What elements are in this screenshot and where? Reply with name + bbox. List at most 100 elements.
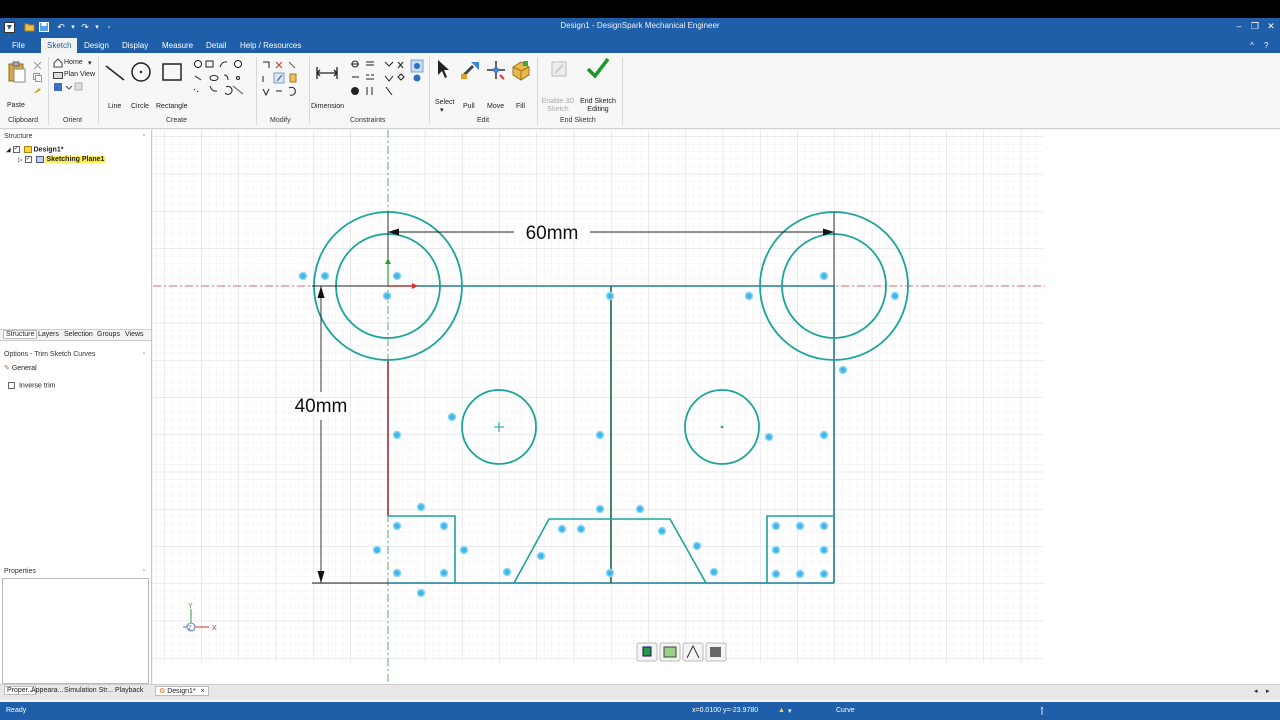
format-painter-icon[interactable]	[33, 85, 42, 96]
select-tool-button[interactable]: Select	[435, 99, 454, 106]
tab-design[interactable]: Design	[78, 38, 115, 53]
end-sketch-group-label: End Sketch	[560, 117, 596, 124]
select-dropdown-icon[interactable]: ▾	[440, 106, 444, 114]
ribbon-separator	[622, 57, 623, 125]
end-sketch-editing-button[interactable]: End Sketch Editing	[578, 98, 618, 114]
inverse-trim-checkbox[interactable]	[8, 382, 15, 389]
tab-detail[interactable]: Detail	[200, 38, 232, 53]
tool-icon: ✎	[4, 365, 10, 372]
ribbon-separator	[98, 57, 99, 125]
ribbon-separator	[256, 57, 257, 125]
cursor-coordinates: x=0.0100 y=-23.9780	[692, 707, 759, 714]
end-sketch-check-icon[interactable]	[586, 57, 610, 81]
line-tool-button[interactable]: Line	[108, 103, 121, 110]
close-document-icon[interactable]: ×	[201, 688, 205, 695]
line-tool-icon[interactable]	[104, 62, 126, 86]
pin-icon[interactable]: ▫	[143, 350, 145, 357]
dimension-40mm[interactable]: 40mm	[295, 396, 348, 417]
enable-3d-sketch-icon[interactable]	[549, 59, 569, 81]
fill-tool-button[interactable]: Fill	[516, 103, 525, 110]
tree-item-label: Design1*	[33, 146, 64, 154]
options-general-section: ✎ General	[4, 364, 37, 372]
paste-button[interactable]: Paste	[7, 102, 25, 109]
close-button[interactable]: ✕	[1264, 19, 1278, 33]
document-tab-label: Design1*	[167, 688, 196, 695]
tree-item-sketching-plane[interactable]: ▷ ✓ Sketching Plane1	[18, 156, 106, 164]
tab-layers[interactable]: Layers	[38, 331, 59, 338]
svg-text:X: X	[212, 625, 217, 632]
pull-tool-icon[interactable]	[459, 59, 481, 83]
select-tool-icon[interactable]	[436, 59, 450, 81]
create-tools-grid[interactable]	[192, 59, 252, 103]
warning-icon[interactable]: ▲	[778, 707, 785, 714]
tab-structure[interactable]: Structure	[3, 330, 38, 339]
ribbon-separator	[537, 57, 538, 125]
tab-sketch[interactable]: Sketch	[41, 38, 78, 53]
warning-dropdown-icon[interactable]: ▾	[788, 707, 792, 715]
copy-icon[interactable]	[33, 73, 42, 84]
tab-selection[interactable]: Selection	[64, 331, 93, 338]
tab-file[interactable]: File	[6, 38, 31, 53]
tab-display[interactable]: Display	[116, 38, 154, 53]
home-icon[interactable]	[53, 58, 63, 70]
tab-groups[interactable]: Groups	[97, 331, 120, 338]
dimension-tool-icon[interactable]	[315, 65, 339, 83]
document-tab[interactable]: ⚙ Design1* ×	[155, 686, 209, 696]
selection-type: Curve	[836, 707, 855, 714]
tab-playback[interactable]: Playback	[115, 687, 143, 694]
constraints-group-label: Constraints	[350, 117, 386, 124]
bottom-tab-bar: Proper... Appeara... Simulation Str... P…	[0, 684, 1280, 700]
scroll-right-icon[interactable]: ▸	[1266, 687, 1270, 695]
paste-icon[interactable]	[8, 61, 26, 85]
modify-tools-grid[interactable]	[260, 59, 304, 103]
enable-3d-sketch-button[interactable]: Enable 3D Sketch	[541, 98, 575, 114]
pin-icon[interactable]: ▫	[143, 567, 145, 574]
sketch-canvas[interactable]: 60mm 40mm Y X Z	[153, 130, 1280, 684]
help-icon[interactable]: ?	[1258, 38, 1274, 53]
home-button[interactable]: Home	[64, 59, 83, 66]
pull-tool-button[interactable]: Pull	[463, 103, 475, 110]
view-cube-icon[interactable]	[53, 82, 63, 94]
circle-tool-button[interactable]: Circle	[131, 103, 149, 110]
dimension-60mm[interactable]: 60mm	[526, 223, 579, 244]
left-panel: Structure ▫ ◢ ✓ Design1* ▷ ✓ Sketching P…	[0, 130, 152, 684]
inverse-trim-option[interactable]: Inverse trim	[8, 382, 56, 389]
restore-button[interactable]: ❐	[1248, 19, 1262, 33]
status-text: Ready	[6, 707, 27, 714]
expand-icon[interactable]: ▷	[18, 157, 23, 163]
document-icon: ⚙	[159, 688, 166, 695]
fill-tool-icon[interactable]	[510, 59, 532, 83]
svg-text:Y: Y	[188, 603, 193, 610]
pin-icon[interactable]: ▫	[143, 132, 145, 139]
plan-view-button[interactable]: Plan View	[64, 71, 95, 78]
options-panel-title: Options - Trim Sketch Curves	[4, 351, 96, 358]
tree-item-design[interactable]: ◢ ✓ Design1*	[6, 146, 63, 153]
tab-views[interactable]: Views	[125, 331, 144, 338]
ribbon-separator	[48, 57, 49, 125]
circle-tool-icon[interactable]	[130, 61, 152, 85]
status-tools[interactable]	[1040, 706, 1049, 715]
home-dropdown-icon[interactable]: ▾	[88, 59, 92, 67]
general-label: General	[11, 365, 37, 372]
move-tool-icon[interactable]	[485, 59, 507, 83]
constraint-tools-grid[interactable]	[349, 59, 427, 103]
visibility-checkbox[interactable]: ✓	[12, 146, 20, 153]
scroll-left-icon[interactable]: ◂	[1254, 687, 1258, 695]
tab-simulation-structure[interactable]: Simulation Str...	[64, 687, 113, 694]
plan-view-icon[interactable]	[53, 70, 63, 82]
cut-icon[interactable]	[33, 61, 42, 72]
tab-appearance[interactable]: Appeara...	[31, 687, 63, 694]
rectangle-tool-icon[interactable]	[162, 63, 182, 83]
visibility-checkbox[interactable]: ✓	[24, 156, 32, 163]
sketch-drawing[interactable]: 60mm 40mm Y X Z	[153, 130, 1280, 684]
minimize-button[interactable]: –	[1232, 19, 1246, 33]
view-dropdown-icon[interactable]	[65, 82, 83, 94]
inverse-trim-label: Inverse trim	[18, 382, 56, 390]
tab-help-resources[interactable]: Help / Resources	[234, 38, 307, 53]
move-tool-button[interactable]: Move	[487, 103, 504, 110]
dimension-tool-button[interactable]: Dimension	[311, 103, 344, 110]
ribbon: Paste Clipboard Home ▾ Plan View Orient …	[0, 53, 1280, 129]
collapse-icon[interactable]: ◢	[6, 147, 11, 153]
rectangle-tool-button[interactable]: Rectangle	[156, 103, 188, 110]
tab-measure[interactable]: Measure	[156, 38, 199, 53]
